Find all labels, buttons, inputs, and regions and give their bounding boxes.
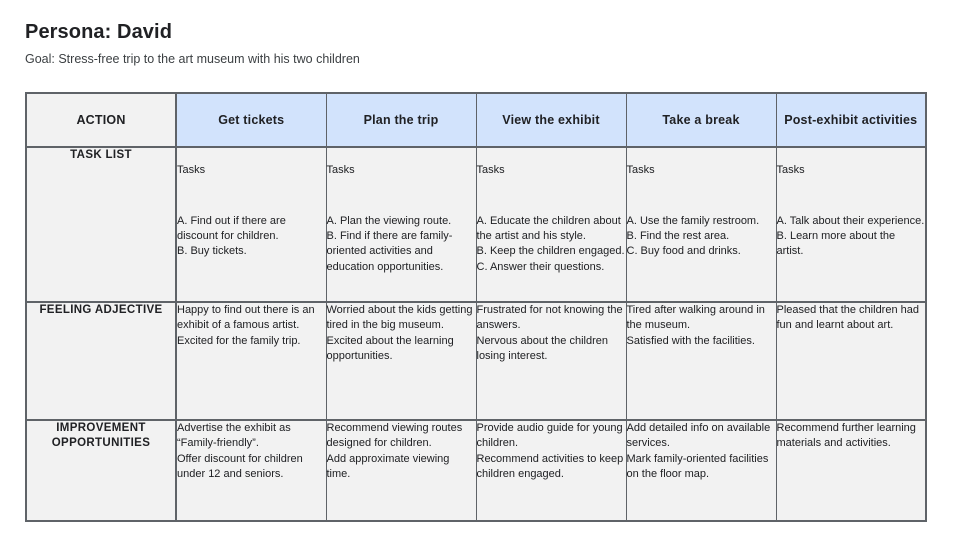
table-row-task-list: TASK LIST Tasks A. Find out if there are… [26,147,926,303]
cell-improvement-take-a-break: Add detailed info on available services.… [626,420,777,521]
column-header-stage-3: View the exhibit [476,93,627,148]
cell-task-list-take-a-break: Tasks A. Use the family restroom. B. Fin… [626,147,777,303]
tasks-body: A. Talk about their experience. B. Learn… [776,214,925,258]
cell-task-list-get-tickets: Tasks A. Find out if there are discount … [176,147,327,303]
cell-task-list-plan-the-trip: Tasks A. Plan the viewing route. B. Find… [326,147,477,303]
table-row-improvement-opportunities: IMPROVEMENT OPPORTUNITIES Advertise the … [26,420,926,521]
tasks-subheading: Tasks [776,164,805,177]
column-header-stage-1: Get tickets [176,93,327,148]
row-label-task-list: TASK LIST [26,147,177,303]
tasks-subheading: Tasks [626,164,655,177]
table-header-row: ACTION Get tickets Plan the trip View th… [26,93,926,148]
tasks-body: A. Plan the viewing route. B. Find if th… [326,214,453,273]
row-label-improvement-opportunities: IMPROVEMENT OPPORTUNITIES [26,420,177,521]
cell-feeling-view-the-exhibit: Frustrated for not knowing the answers. … [476,302,627,421]
cell-improvement-get-tickets: Advertise the exhibit as “Family-friendl… [176,420,327,521]
tasks-body: A. Educate the children about the artist… [476,214,625,273]
table-row-feeling-adjective: FEELING ADJECTIVE Happy to find out ther… [26,302,926,421]
page-title: Persona: David [25,21,173,43]
cell-feeling-plan-the-trip: Worried about the kids getting tired in … [326,302,477,421]
cell-task-list-view-the-exhibit: Tasks A. Educate the children about the … [476,147,627,303]
cell-feeling-post-exhibit-activities: Pleased that the children had fun and le… [776,302,926,421]
heading-block: Persona: David Goal: Stress-free trip to… [25,20,925,67]
column-header-stage-5: Post-exhibit activities [776,93,926,148]
tasks-subheading: Tasks [177,164,206,177]
cell-improvement-plan-the-trip: Recommend viewing routes designed for ch… [326,420,477,521]
persona-goal-text: Goal: Stress-free trip to the art museum… [25,52,360,66]
column-header-stage-4: Take a break [626,93,777,148]
journey-map-page: Persona: David Goal: Stress-free trip to… [0,0,960,540]
cell-feeling-get-tickets: Happy to find out there is an exhibit of… [176,302,327,421]
cell-task-list-post-exhibit-activities: Tasks A. Talk about their experience. B.… [776,147,926,303]
journey-map-table: ACTION Get tickets Plan the trip View th… [25,92,927,522]
cell-improvement-post-exhibit-activities: Recommend further learning materials and… [776,420,926,521]
tasks-subheading: Tasks [476,164,505,177]
tasks-subheading: Tasks [326,164,355,177]
cell-feeling-take-a-break: Tired after walking around in the museum… [626,302,777,421]
tasks-body: A. Use the family restroom. B. Find the … [626,214,760,258]
cell-improvement-view-the-exhibit: Provide audio guide for young children. … [476,420,627,521]
tasks-body: A. Find out if there are discount for ch… [177,214,286,258]
row-label-feeling-adjective: FEELING ADJECTIVE [26,302,177,421]
column-header-stage-2: Plan the trip [326,93,477,148]
column-header-action: ACTION [26,93,177,148]
